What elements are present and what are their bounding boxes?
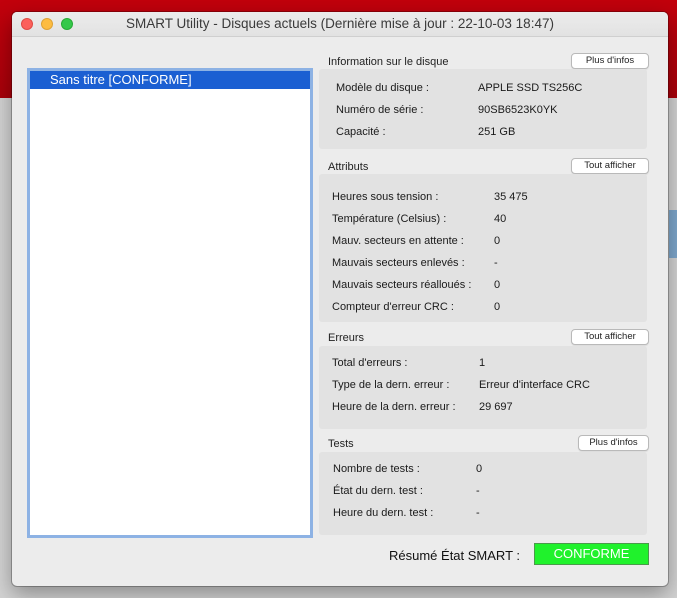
serial-number-label: Numéro de série : xyxy=(336,104,424,116)
last-test-time-value: - xyxy=(476,507,480,519)
last-error-time-label: Heure de la dern. erreur : xyxy=(332,401,456,413)
last-error-type-label: Type de la dern. erreur : xyxy=(332,379,450,391)
crc-error-count-label: Compteur d'erreur CRC : xyxy=(332,301,454,313)
test-count-label: Nombre de tests : xyxy=(333,463,420,475)
capacity-value: 251 GB xyxy=(478,126,516,138)
title-bar[interactable]: SMART Utility - Disques actuels (Dernièr… xyxy=(12,12,668,37)
power-on-hours-label: Heures sous tension : xyxy=(332,191,439,203)
disk-info-title: Information sur le disque xyxy=(328,56,449,68)
disk-info-more-button[interactable]: Plus d'infos xyxy=(571,53,649,69)
tests-title: Tests xyxy=(328,438,354,450)
window-title: SMART Utility - Disques actuels (Dernièr… xyxy=(126,16,554,31)
power-on-hours-value: 35 475 xyxy=(494,191,528,203)
last-test-status-value: - xyxy=(476,485,480,497)
temperature-label: Température (Celsius) : xyxy=(332,213,447,225)
removed-sectors-value: - xyxy=(494,257,498,269)
total-errors-value: 1 xyxy=(479,357,486,369)
errors-box: Total d'erreurs : 1 Type de la dern. err… xyxy=(319,346,647,429)
serial-number-value: 90SB6523K0YK xyxy=(478,104,558,116)
background-window-edge xyxy=(669,210,677,258)
smart-utility-window: SMART Utility - Disques actuels (Dernièr… xyxy=(12,12,668,586)
disk-model-label: Modèle du disque : xyxy=(336,82,429,94)
errors-show-all-button[interactable]: Tout afficher xyxy=(571,329,649,345)
last-test-status-label: État du dern. test : xyxy=(333,485,423,497)
crc-error-count-value: 0 xyxy=(494,301,501,313)
removed-sectors-label: Mauvais secteurs enlevés : xyxy=(332,257,465,269)
attributes-title: Attributs xyxy=(328,161,369,173)
total-errors-label: Total d'erreurs : xyxy=(332,357,408,369)
disk-list-item[interactable]: Sans titre [CONFORME] xyxy=(30,71,310,89)
attributes-box: Heures sous tension : 35 475 Température… xyxy=(319,174,647,322)
disk-model-value: APPLE SSD TS256C xyxy=(478,82,583,94)
errors-title: Erreurs xyxy=(328,332,365,344)
last-error-time-value: 29 697 xyxy=(479,401,513,413)
disk-list[interactable]: Sans titre [CONFORME] xyxy=(27,68,313,538)
tests-more-button[interactable]: Plus d'infos xyxy=(578,435,649,451)
temperature-value: 40 xyxy=(494,213,507,225)
pending-sectors-label: Mauv. secteurs en attente : xyxy=(332,235,464,247)
pending-sectors-value: 0 xyxy=(494,235,501,247)
reallocated-sectors-label: Mauvais secteurs réalloués : xyxy=(332,279,472,291)
last-test-time-label: Heure du dern. test : xyxy=(333,507,434,519)
attributes-show-all-button[interactable]: Tout afficher xyxy=(571,158,649,174)
smart-summary-label: Résumé État SMART : xyxy=(389,548,521,563)
disk-info-box: Modèle du disque : APPLE SSD TS256C Numé… xyxy=(319,69,647,149)
smart-status-badge: CONFORME xyxy=(534,543,649,565)
last-error-type-value: Erreur d'interface CRC xyxy=(479,379,590,391)
test-count-value: 0 xyxy=(476,463,483,475)
tests-box: Nombre de tests : 0 État du dern. test :… xyxy=(319,452,647,535)
reallocated-sectors-value: 0 xyxy=(494,279,501,291)
capacity-label: Capacité : xyxy=(336,126,386,138)
